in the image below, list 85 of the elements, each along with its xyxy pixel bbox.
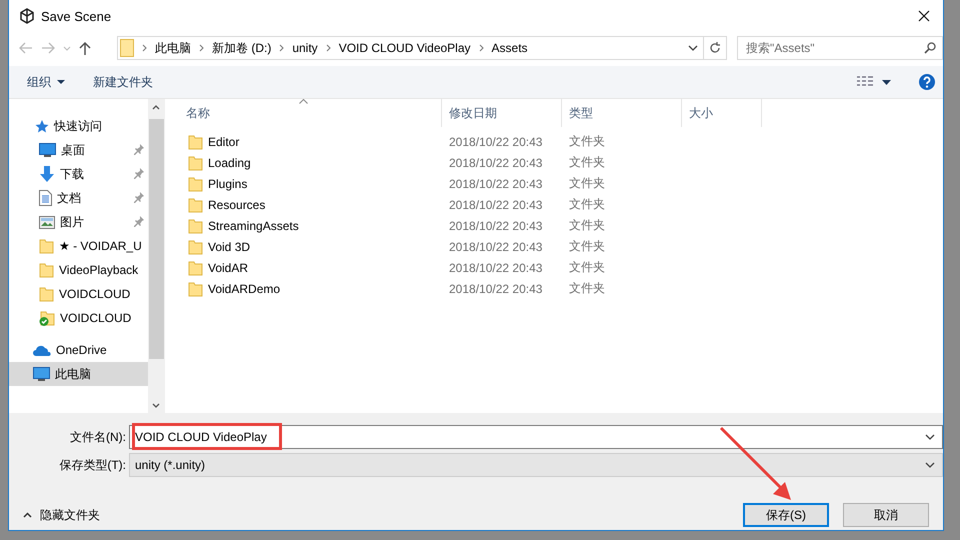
cube-logo-icon bbox=[19, 8, 35, 24]
pin-icon[interactable] bbox=[134, 144, 144, 156]
folder-icon bbox=[188, 154, 203, 170]
filename-label: 文件名(N): bbox=[69, 428, 127, 446]
file-row[interactable]: Resources 2018/10/22 20:43 文件夹 bbox=[165, 194, 943, 215]
picture-icon bbox=[39, 216, 55, 228]
chevron-down-icon[interactable] bbox=[925, 434, 935, 440]
hide-folders-toggle[interactable]: 隐藏文件夹 bbox=[23, 506, 743, 524]
nav-item[interactable]: VOIDCLOUD bbox=[9, 306, 148, 330]
cloud-icon bbox=[33, 344, 51, 356]
star-icon bbox=[33, 118, 49, 134]
chevron-down-icon[interactable] bbox=[688, 45, 698, 51]
dialog-button[interactable]: 取消 bbox=[843, 503, 929, 527]
up-arrow-icon[interactable] bbox=[79, 41, 91, 55]
chevron-right-icon[interactable] bbox=[199, 44, 204, 52]
folder-icon bbox=[39, 286, 54, 302]
breadcrumb-item[interactable]: VOID CLOUD VideoPlay bbox=[338, 41, 471, 55]
desktop-icon bbox=[39, 143, 56, 157]
folder-icon bbox=[188, 134, 203, 150]
filename-field[interactable]: VOID CLOUD VideoPlay bbox=[129, 425, 943, 449]
organize-menu[interactable]: 组织 bbox=[27, 74, 65, 90]
nav-item[interactable]: VideoPlayback bbox=[9, 258, 148, 282]
breadcrumb-item[interactable]: 此电脑 bbox=[155, 40, 191, 56]
nav-item[interactable]: ★ - VOIDAR_U bbox=[9, 234, 148, 258]
folder-icon bbox=[188, 176, 203, 192]
column-header[interactable]: 修改日期 bbox=[442, 99, 562, 127]
folder-icon bbox=[188, 280, 203, 296]
nav-item[interactable]: 此电脑 bbox=[9, 362, 148, 386]
nav-item[interactable]: VOIDCLOUD bbox=[9, 282, 148, 306]
folder-icon bbox=[188, 196, 203, 212]
chevron-down-icon[interactable] bbox=[925, 462, 935, 468]
file-row[interactable]: Editor 2018/10/22 20:43 文件夹 bbox=[165, 131, 943, 152]
file-row[interactable]: Plugins 2018/10/22 20:43 文件夹 bbox=[165, 173, 943, 194]
breadcrumb-item[interactable]: unity bbox=[292, 41, 318, 55]
nav-item[interactable]: 桌面 bbox=[9, 138, 148, 162]
file-row[interactable]: VoidARDemo 2018/10/22 20:43 文件夹 bbox=[165, 278, 943, 299]
pin-icon[interactable] bbox=[134, 192, 144, 204]
folder-icon bbox=[39, 238, 54, 254]
address-bar[interactable]: 此电脑 新加卷 (D:) unity VOID CLOUD VideoPlay Assets bbox=[117, 36, 727, 60]
nav-item[interactable]: 文档 bbox=[9, 186, 148, 210]
folder-icon bbox=[120, 39, 134, 57]
refresh-icon[interactable] bbox=[709, 42, 721, 54]
caret-icon[interactable] bbox=[882, 80, 891, 84]
search-icon[interactable] bbox=[924, 42, 936, 54]
nav-item[interactable]: 下载 bbox=[9, 162, 148, 186]
file-row[interactable]: Void 3D 2018/10/22 20:43 文件夹 bbox=[165, 236, 943, 257]
file-row[interactable]: VoidAR 2018/10/22 20:43 文件夹 bbox=[165, 257, 943, 278]
help-icon[interactable] bbox=[919, 74, 935, 90]
breadcrumb-item[interactable]: Assets bbox=[492, 41, 528, 55]
file-row[interactable]: Loading 2018/10/22 20:43 文件夹 bbox=[165, 152, 943, 173]
down-arrow-icon bbox=[39, 166, 55, 182]
folder-icon bbox=[188, 260, 203, 276]
caret-icon bbox=[57, 80, 65, 84]
chevron-right-icon[interactable] bbox=[478, 44, 484, 52]
window-title: Save Scene bbox=[41, 8, 112, 24]
column-header[interactable]: 大小 bbox=[682, 99, 762, 127]
nav-item[interactable]: OneDrive bbox=[9, 338, 148, 362]
folder-icon bbox=[188, 218, 203, 234]
chevron-right-icon[interactable] bbox=[279, 44, 284, 52]
document-icon bbox=[39, 190, 52, 206]
folder-icon bbox=[39, 262, 54, 278]
chevron-right-icon[interactable] bbox=[326, 44, 331, 52]
scroll-up-icon[interactable] bbox=[152, 104, 160, 110]
pin-icon[interactable] bbox=[134, 216, 144, 228]
column-header[interactable]: 名称 bbox=[165, 99, 442, 127]
view-options-icon[interactable] bbox=[856, 76, 874, 88]
new-folder-button[interactable]: 新建文件夹 bbox=[93, 74, 153, 90]
synced-folder-icon bbox=[39, 310, 55, 326]
file-type-dropdown[interactable]: unity (*.unity) bbox=[129, 453, 943, 477]
file-type-label: 保存类型(T): bbox=[58, 456, 127, 474]
file-row[interactable]: StreamingAssets 2018/10/22 20:43 文件夹 bbox=[165, 215, 943, 236]
nav-item[interactable]: 快速访问 bbox=[9, 114, 148, 138]
column-header[interactable]: 类型 bbox=[562, 99, 682, 127]
search-field[interactable]: 搜索"Assets" bbox=[737, 36, 943, 60]
close-icon[interactable] bbox=[918, 10, 930, 22]
folder-icon bbox=[188, 238, 203, 254]
breadcrumb-item[interactable]: 新加卷 (D:) bbox=[212, 40, 272, 56]
chevron-right-icon[interactable] bbox=[142, 44, 147, 52]
computer-icon bbox=[33, 366, 50, 382]
chevron-up-icon bbox=[23, 512, 32, 518]
scrollbar[interactable] bbox=[148, 99, 164, 413]
scroll-down-icon[interactable] bbox=[152, 402, 160, 408]
nav-item[interactable]: 图片 bbox=[9, 210, 148, 234]
pin-icon[interactable] bbox=[134, 168, 144, 180]
dialog-button[interactable]: 保存(S) bbox=[743, 503, 829, 527]
